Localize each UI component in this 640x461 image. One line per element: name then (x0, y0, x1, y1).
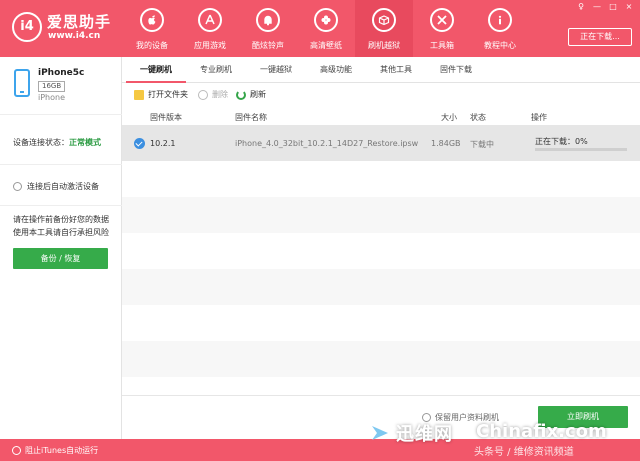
divider (0, 164, 122, 165)
col-name: 固件名称 (235, 113, 267, 122)
col-size: 大小 (441, 113, 457, 122)
empty-row (122, 269, 640, 305)
sidebar: iPhone5c 16GB iPhone 设备连接状态：正常模式 连接后自动激活… (0, 57, 122, 439)
refresh-icon (236, 89, 246, 100)
nav-flash-jailbreak[interactable]: 刷机越狱 (355, 0, 413, 57)
firmware-name: iPhone_4.0_32bit_10.2.1_14D27_Restore.ip… (235, 139, 419, 148)
watermark: 迅维网 Chinafix.com 头条号 / 维修资讯频道 (370, 418, 640, 461)
nav-tutorials[interactable]: 教程中心 (471, 0, 529, 57)
open-folder-button[interactable]: 打开文件夹 (134, 89, 188, 100)
tab-one-click-flash[interactable]: 一键刷机 (126, 57, 186, 83)
top-header: i4 爱思助手 www.i4.cn 我的设备 应用游戏 酷炫铃声 高清壁纸 刷机… (0, 0, 640, 57)
tab-firmware-download[interactable]: 固件下载 (426, 57, 486, 83)
backup-restore-button[interactable]: 备份 / 恢复 (13, 248, 108, 269)
nav-my-device[interactable]: 我的设备 (123, 0, 181, 57)
bell-icon (256, 8, 280, 32)
box-icon (372, 8, 396, 32)
block-itunes-radio[interactable] (12, 446, 21, 455)
download-progress-text: 正在下载：0% (535, 137, 588, 146)
connection-status-value: 正常模式 (69, 138, 101, 147)
tab-one-click-jailbreak[interactable]: 一键越狱 (246, 57, 306, 83)
delete-icon (198, 89, 208, 100)
tools-icon (430, 8, 454, 32)
logo-title: 爱思助手 (47, 13, 112, 31)
nav-toolbox[interactable]: 工具箱 (413, 0, 471, 57)
device-capacity: 16GB (38, 81, 66, 92)
firmware-size: 1.84GB (431, 139, 461, 148)
watermark-en: Chinafix.com (476, 421, 607, 442)
col-action: 操作 (531, 113, 547, 122)
maximize-icon[interactable]: □ (608, 2, 618, 12)
tab-pro-flash[interactable]: 专业刷机 (186, 57, 246, 83)
watermark-cn: 迅维网 (396, 424, 453, 445)
info-icon (488, 8, 512, 32)
device-type: iPhone (38, 93, 66, 102)
download-status-button[interactable]: 正在下载... (568, 28, 632, 46)
refresh-button[interactable]: 刷新 (236, 89, 266, 100)
auto-activate-radio[interactable] (13, 182, 22, 191)
firmware-status: 下载中 (470, 140, 494, 149)
folder-icon (134, 89, 144, 100)
auto-activate-option[interactable]: 连接后自动激活设备 (13, 181, 99, 192)
close-icon[interactable]: × (624, 2, 634, 12)
download-progress-bar (535, 148, 627, 151)
watermark-sub: 头条号 / 维修资讯频道 (474, 447, 574, 458)
nav-wallpapers[interactable]: 高清壁纸 (297, 0, 355, 57)
nav-apps[interactable]: 应用游戏 (181, 0, 239, 57)
table-header: 固件版本 固件名称 大小 状态 操作 (122, 108, 640, 126)
logo-mark: i4 (12, 12, 42, 42)
device-name: iPhone5c (38, 68, 85, 78)
function-tabs: 一键刷机 专业刷机 一键越狱 高级功能 其他工具 固件下载 (122, 57, 640, 83)
minimize-icon[interactable]: — (592, 2, 602, 12)
logo-url: www.i4.cn (48, 31, 101, 41)
block-itunes-option[interactable]: 阻止iTunes自动运行 (12, 445, 98, 456)
delete-button[interactable]: 删除 (198, 89, 228, 100)
empty-row (122, 341, 640, 377)
divider (0, 205, 122, 206)
tab-advanced[interactable]: 高级功能 (306, 57, 366, 83)
connection-status: 设备连接状态：正常模式 (13, 138, 101, 147)
risk-warning: 请在操作前备份好您的数据 使用本工具请自行承担风险 (13, 215, 109, 237)
table-row[interactable]: 10.2.1 iPhone_4.0_32bit_10.2.1_14D27_Res… (122, 126, 640, 161)
device-card: iPhone5c 16GB iPhone (0, 57, 122, 115)
toolbar: 打开文件夹 删除 刷新 (122, 84, 640, 108)
row-checkbox[interactable] (134, 138, 145, 149)
phone-icon (14, 69, 30, 97)
tab-other-tools[interactable]: 其他工具 (366, 57, 426, 83)
apple-icon (140, 8, 164, 32)
empty-row (122, 197, 640, 233)
skin-icon[interactable]: ♀ (576, 2, 586, 12)
col-version: 固件版本 (150, 113, 182, 122)
app-logo: i4 爱思助手 www.i4.cn (12, 10, 116, 46)
flower-icon (314, 8, 338, 32)
firmware-version: 10.2.1 (150, 139, 176, 148)
watermark-arrow-icon (372, 426, 388, 440)
col-status: 状态 (470, 113, 486, 122)
nav-ringtones[interactable]: 酷炫铃声 (239, 0, 297, 57)
window-controls: ♀ — □ × (574, 2, 634, 12)
app-store-icon (198, 8, 222, 32)
